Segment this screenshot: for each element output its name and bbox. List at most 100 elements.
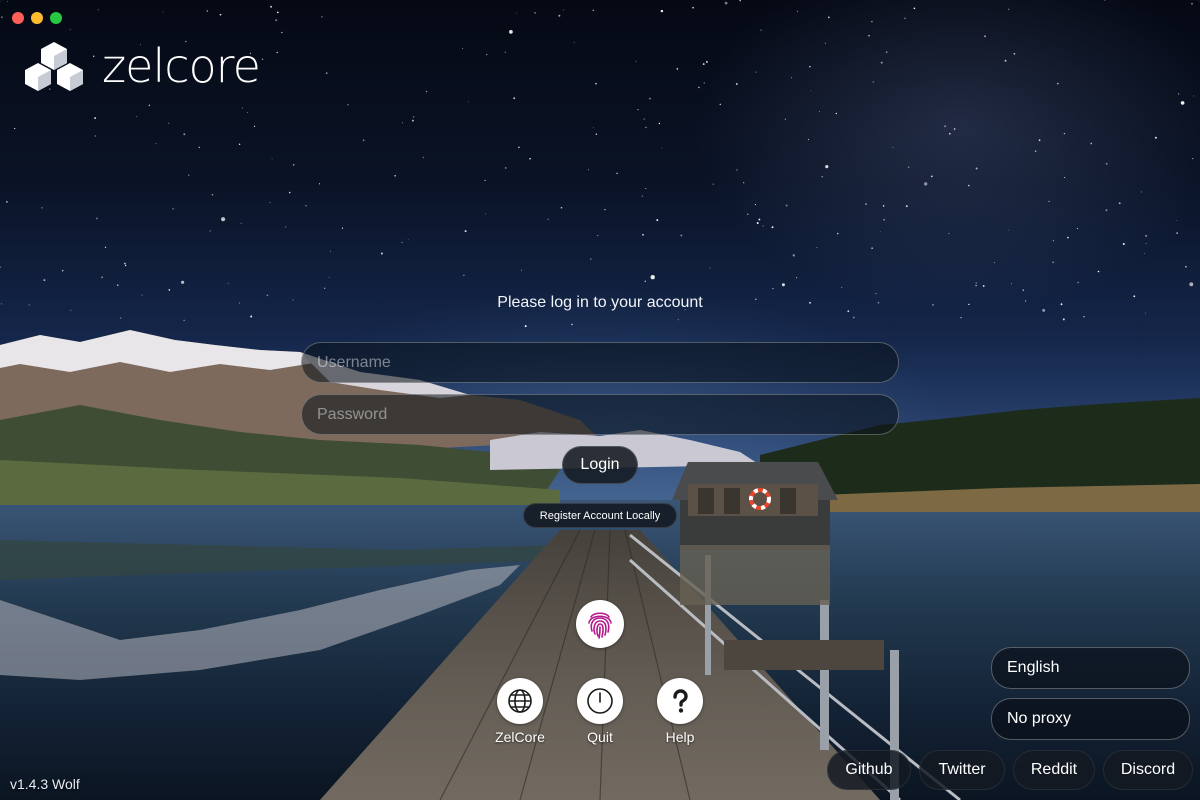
star — [162, 11, 164, 13]
star — [558, 14, 561, 17]
star — [982, 285, 985, 287]
help-button[interactable]: Help — [635, 678, 725, 745]
star — [318, 183, 321, 185]
star — [325, 72, 328, 74]
star — [1090, 142, 1093, 145]
minimize-window-button[interactable] — [31, 12, 43, 24]
language-select[interactable]: English — [991, 647, 1190, 689]
username-input[interactable] — [301, 342, 899, 383]
star — [1145, 235, 1147, 237]
star — [276, 51, 278, 54]
star — [677, 319, 679, 321]
star — [747, 213, 749, 215]
quit-button[interactable]: Quit — [555, 678, 645, 745]
maximize-window-button[interactable] — [50, 12, 62, 24]
star — [905, 205, 908, 208]
app-version: v1.4.3 Wolf — [10, 776, 80, 792]
star — [645, 188, 647, 189]
star — [824, 42, 826, 44]
discord-link[interactable]: Discord — [1103, 750, 1193, 790]
star — [6, 201, 8, 203]
star — [760, 29, 762, 31]
star — [907, 166, 910, 169]
star — [879, 231, 881, 233]
star — [1105, 162, 1108, 165]
close-window-button[interactable] — [12, 12, 24, 24]
star — [818, 111, 820, 112]
star — [380, 252, 383, 255]
proxy-select[interactable]: No proxy — [991, 698, 1190, 740]
register-account-button[interactable]: Register Account Locally — [523, 503, 677, 528]
star — [649, 97, 651, 100]
star — [1191, 157, 1194, 160]
star — [1022, 289, 1024, 291]
star — [534, 12, 536, 14]
reddit-label: Reddit — [1030, 761, 1078, 778]
star — [1038, 139, 1041, 142]
star — [762, 225, 764, 227]
star — [276, 11, 279, 14]
star — [328, 276, 330, 278]
star — [892, 146, 894, 148]
star — [924, 182, 928, 186]
help-label: Help — [665, 729, 695, 745]
star — [97, 9, 99, 11]
star — [1077, 281, 1079, 284]
star — [692, 6, 694, 9]
star — [1013, 52, 1016, 55]
star — [719, 103, 722, 106]
star — [592, 9, 594, 11]
star — [810, 90, 812, 92]
star — [703, 82, 705, 84]
star — [518, 146, 520, 149]
star — [238, 143, 241, 146]
star — [247, 112, 249, 113]
question-icon-circle — [657, 678, 703, 724]
star — [241, 107, 243, 109]
globe-icon — [508, 689, 532, 713]
star — [1105, 209, 1108, 212]
fingerprint-login-button[interactable] — [576, 600, 624, 648]
star — [1140, 191, 1142, 193]
star — [660, 9, 664, 13]
star — [827, 16, 830, 19]
star — [968, 184, 970, 187]
star — [791, 77, 792, 79]
star — [120, 317, 122, 319]
star — [709, 267, 711, 269]
star — [868, 34, 870, 37]
star — [41, 207, 43, 209]
login-button[interactable]: Login — [562, 446, 638, 484]
reddit-link[interactable]: Reddit — [1013, 750, 1095, 790]
star — [1010, 283, 1012, 285]
zelcore-website-button[interactable]: ZelCore — [475, 678, 565, 745]
star — [94, 117, 97, 120]
star — [975, 167, 978, 170]
star — [124, 262, 126, 265]
star — [885, 51, 888, 53]
star — [772, 287, 774, 290]
star — [463, 274, 465, 276]
star — [117, 284, 119, 286]
star — [1143, 253, 1146, 255]
star — [1104, 0, 1106, 1]
star — [1176, 232, 1178, 234]
github-link[interactable]: Github — [827, 750, 911, 790]
star — [101, 276, 103, 279]
star — [269, 201, 271, 203]
star — [1180, 101, 1185, 105]
twitter-link[interactable]: Twitter — [919, 750, 1005, 790]
star — [407, 239, 409, 241]
star — [739, 0, 742, 2]
password-input[interactable] — [301, 394, 899, 435]
star — [573, 42, 575, 43]
star — [658, 122, 661, 125]
star — [211, 193, 214, 196]
star — [1178, 93, 1180, 95]
star — [401, 241, 403, 244]
twitter-label: Twitter — [938, 761, 986, 778]
star — [341, 227, 344, 229]
star — [589, 258, 592, 260]
star — [592, 127, 594, 129]
star — [324, 287, 326, 289]
